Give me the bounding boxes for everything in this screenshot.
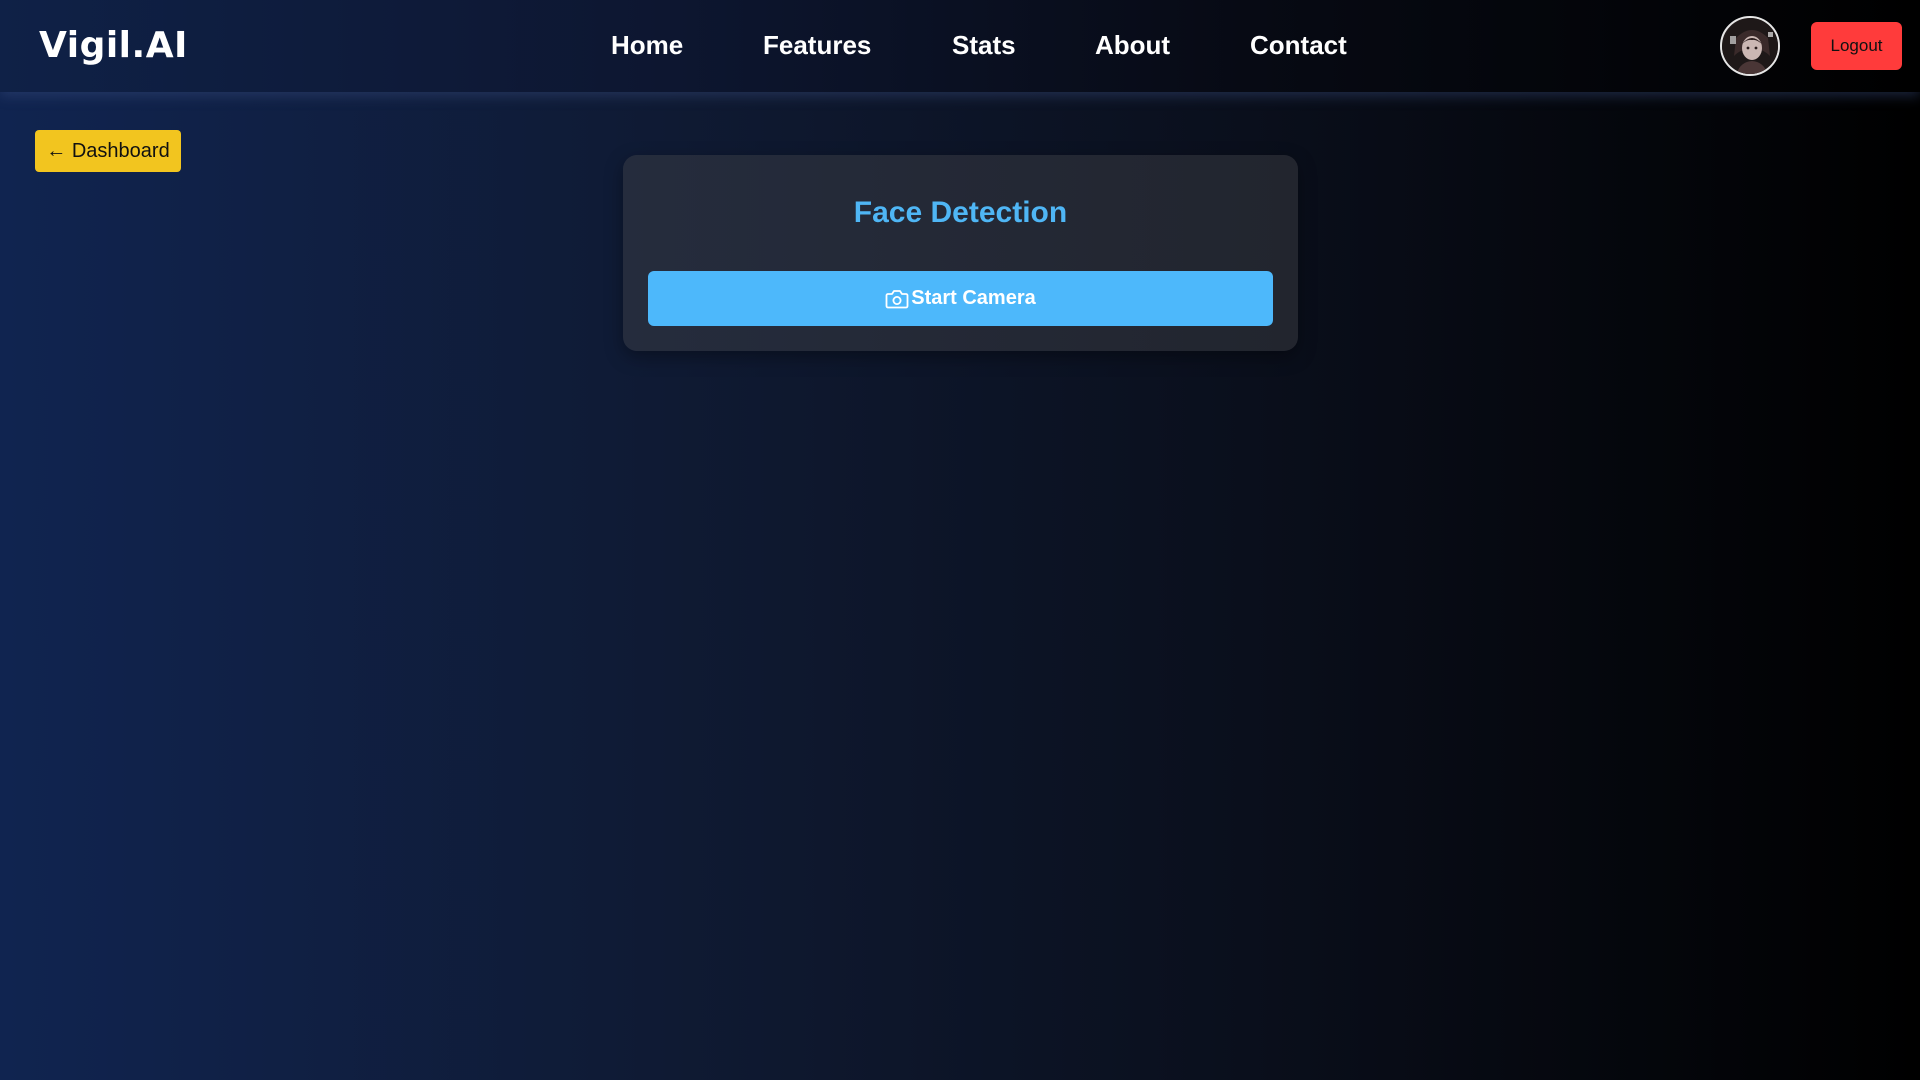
face-detection-card: Face Detection Start Camera: [623, 155, 1298, 351]
logout-button[interactable]: Logout: [1811, 22, 1902, 70]
nav-link-about[interactable]: About: [1095, 30, 1170, 61]
navbar: Vigil.AI Home Features Stats About Conta…: [0, 0, 1920, 92]
card-title: Face Detection: [853, 196, 1068, 229]
main-nav: Home Features Stats About Contact: [0, 30, 1920, 62]
nav-link-features[interactable]: Features: [763, 30, 871, 61]
user-avatar-icon: [1722, 18, 1778, 74]
nav-link-contact[interactable]: Contact: [1250, 30, 1347, 61]
back-to-dashboard-button[interactable]: ← Dashboard: [35, 130, 181, 172]
avatar[interactable]: [1720, 16, 1780, 76]
nav-link-home[interactable]: Home: [611, 30, 683, 61]
start-camera-label: Start Camera: [911, 287, 1036, 309]
camera-icon: [885, 288, 909, 310]
start-camera-button[interactable]: Start Camera: [648, 271, 1273, 326]
nav-link-stats[interactable]: Stats: [952, 30, 1016, 61]
